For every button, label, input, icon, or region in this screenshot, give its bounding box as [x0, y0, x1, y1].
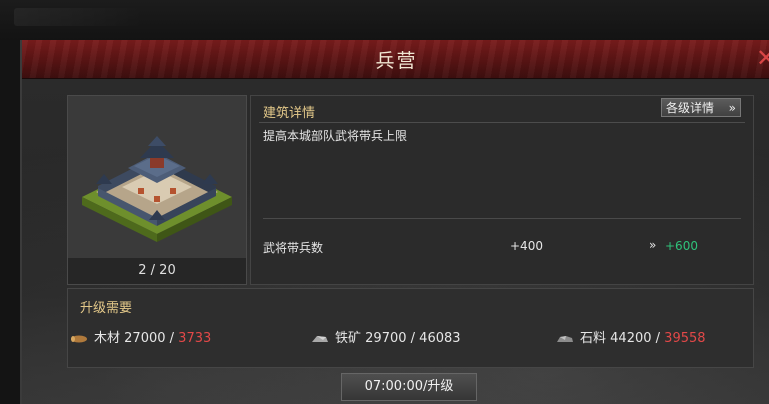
iron-ore-icon: [312, 335, 328, 342]
barracks-building-icon: [82, 136, 232, 242]
level-details-label: 各级详情: [666, 101, 715, 115]
stat-current-value: +400: [510, 239, 543, 253]
resource-name: 铁矿: [335, 331, 362, 346]
stat-next-value: +600: [665, 239, 698, 253]
requirements-heading: 升级需要: [80, 301, 133, 316]
stat-label: 武将带兵数: [263, 241, 324, 255]
building-level: 2 / 20: [68, 258, 246, 284]
detail-heading-divider: [259, 122, 745, 123]
resource-required: 44200: [610, 331, 652, 346]
resource-wood: 木材 27000 / 3733: [70, 327, 211, 346]
resource-owned: 3733: [178, 331, 212, 346]
building-description: 提高本城部队武将带兵上限: [263, 129, 408, 143]
detail-heading: 建筑详情: [263, 106, 316, 121]
resource-owned: 46083: [419, 331, 461, 346]
resource-name: 石料: [580, 331, 607, 346]
double-chevron-right-icon: »: [728, 101, 736, 115]
resource-required: 29700: [365, 331, 407, 346]
resource-required: 27000: [124, 331, 166, 346]
panel-title: 兵营: [375, 50, 418, 72]
resource-separator: /: [165, 331, 179, 346]
top-bar-ghost: [14, 8, 144, 26]
resource-stone: 石料 44200 / 39558: [556, 327, 706, 346]
barracks-panel: 兵营 ✕ 2 / 20 建筑详情: [20, 40, 769, 404]
building-image-box: 2 / 20: [67, 95, 247, 285]
upgrade-button[interactable]: 07:00:00/升级: [341, 373, 477, 401]
resource-separator: /: [651, 331, 665, 346]
wood-icon: [71, 335, 87, 342]
resource-name: 木材: [94, 331, 121, 346]
resource-owned: 39558: [664, 331, 706, 346]
level-details-button[interactable]: 各级详情 »: [661, 98, 741, 117]
building-detail-box: 建筑详情 各级详情 » 提高本城部队武将带兵上限 武将带兵数 +400 » +6…: [250, 95, 754, 285]
resource-separator: /: [406, 331, 420, 346]
stone-icon: [557, 335, 573, 342]
upgrade-requirements-box: 升级需要 木材 27000 / 3733 铁矿 29700 / 46083 石料…: [67, 288, 754, 368]
close-icon[interactable]: ✕: [756, 46, 769, 70]
resource-iron-ore: 铁矿 29700 / 46083: [311, 327, 461, 346]
top-bar: [0, 0, 769, 40]
double-chevron-right-icon: »: [649, 238, 657, 252]
detail-divider: [263, 218, 741, 219]
